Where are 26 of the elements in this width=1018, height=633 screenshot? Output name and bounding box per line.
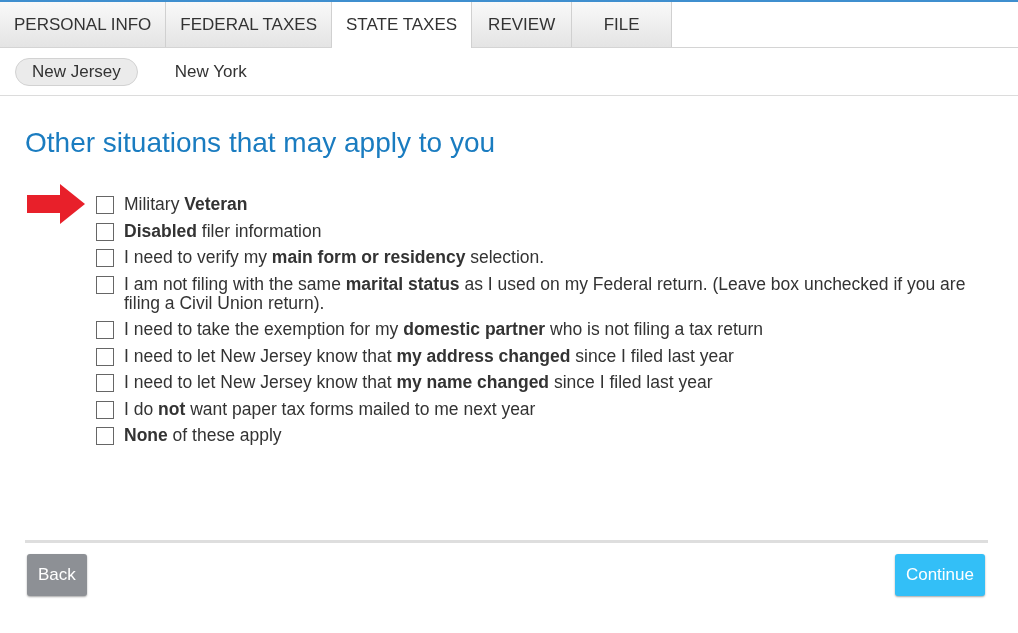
checkbox[interactable] <box>96 374 114 392</box>
checkbox[interactable] <box>96 321 114 339</box>
nav-tab[interactable]: PERSONAL INFO <box>0 2 167 47</box>
option-label: I need to verify my main form or residency selection. <box>124 248 545 267</box>
nav-tab[interactable]: REVIEW <box>472 2 573 47</box>
option-label: None of these apply <box>124 426 282 445</box>
checkbox[interactable] <box>96 249 114 267</box>
checkbox[interactable] <box>96 400 114 419</box>
checkbox[interactable] <box>96 222 114 241</box>
option-label: Military Veteran <box>124 195 248 214</box>
page-heading: Other situations that may apply to you <box>25 126 496 159</box>
option-label: I do not want paper tax forms mailed to me next year <box>124 399 536 419</box>
checkbox[interactable] <box>96 427 114 445</box>
checkbox[interactable] <box>96 196 114 214</box>
state-tab[interactable]: New Jersey <box>15 58 138 86</box>
state-tab[interactable]: New York <box>157 58 264 86</box>
option-label: I am not filing with the same marital status as I used on my Federal return. (Leave box unchecked if you are filing a Civil Union return). <box>124 274 967 313</box>
option-label: I need to let New Jersey know that my name changed since I filed last year <box>124 373 713 392</box>
option-label: I need to let New Jersey know that my address changed since I filed last year <box>124 346 734 366</box>
nav-tab[interactable]: FEDERAL TAXES <box>166 2 332 47</box>
checkbox[interactable] <box>96 347 114 366</box>
option-label: I need to take the exemption for my domestic partner who is not filing a tax return <box>124 320 764 339</box>
nav-tab[interactable]: STATE TAXES <box>332 2 473 48</box>
checkbox[interactable] <box>96 275 114 294</box>
nav-tab[interactable]: FILE <box>572 2 673 47</box>
option-label: Disabled filer information <box>124 221 322 241</box>
